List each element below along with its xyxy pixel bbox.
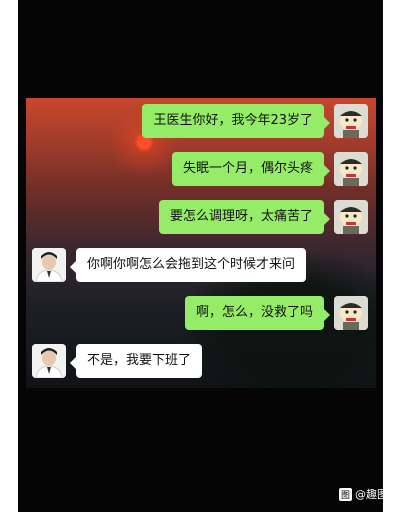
message-row: 王医生你好，我今年23岁了 (142, 104, 368, 138)
patient-cartoon-icon (334, 104, 368, 138)
watermark: 图 @趣图 (338, 486, 388, 502)
message-row: 失眠一个月，偶尔头疼 (171, 152, 368, 186)
patient-avatar[interactable] (334, 104, 368, 138)
patient-avatar[interactable] (334, 296, 368, 330)
doctor-avatar[interactable] (32, 248, 66, 282)
sent-message-bubble[interactable]: 要怎么调理呀，太痛苦了 (158, 200, 331, 234)
sent-message-bubble[interactable]: 失眠一个月，偶尔头疼 (171, 152, 331, 186)
watermark-text: @趣图 (355, 488, 388, 501)
patient-avatar[interactable] (334, 200, 368, 234)
sent-message-bubble[interactable]: 啊，怎么，没救了吗 (184, 296, 331, 330)
received-message-bubble[interactable]: 你啊你啊怎么会拖到这个时候才来问 (69, 248, 307, 282)
message-row: 不是，我要下班了 (32, 344, 203, 378)
patient-cartoon-icon (334, 200, 368, 234)
received-message-bubble[interactable]: 不是，我要下班了 (69, 344, 203, 378)
doctor-portrait-icon (32, 248, 66, 282)
doctor-avatar[interactable] (32, 344, 66, 378)
patient-cartoon-icon (334, 152, 368, 186)
message-row: 啊，怎么，没救了吗 (184, 296, 368, 330)
watermark-logo: 图 (338, 487, 352, 501)
message-row: 你啊你啊怎么会拖到这个时候才来问 (32, 248, 307, 282)
patient-avatar[interactable] (334, 152, 368, 186)
sent-message-bubble[interactable]: 王医生你好，我今年23岁了 (142, 104, 330, 138)
doctor-portrait-icon (32, 344, 66, 378)
chat-window: 王医生你好，我今年23岁了 失眠一个月，偶尔头疼 要怎么调理呀，太痛苦了 你啊你… (26, 98, 376, 388)
patient-cartoon-icon (334, 296, 368, 330)
message-row: 要怎么调理呀，太痛苦了 (158, 200, 368, 234)
